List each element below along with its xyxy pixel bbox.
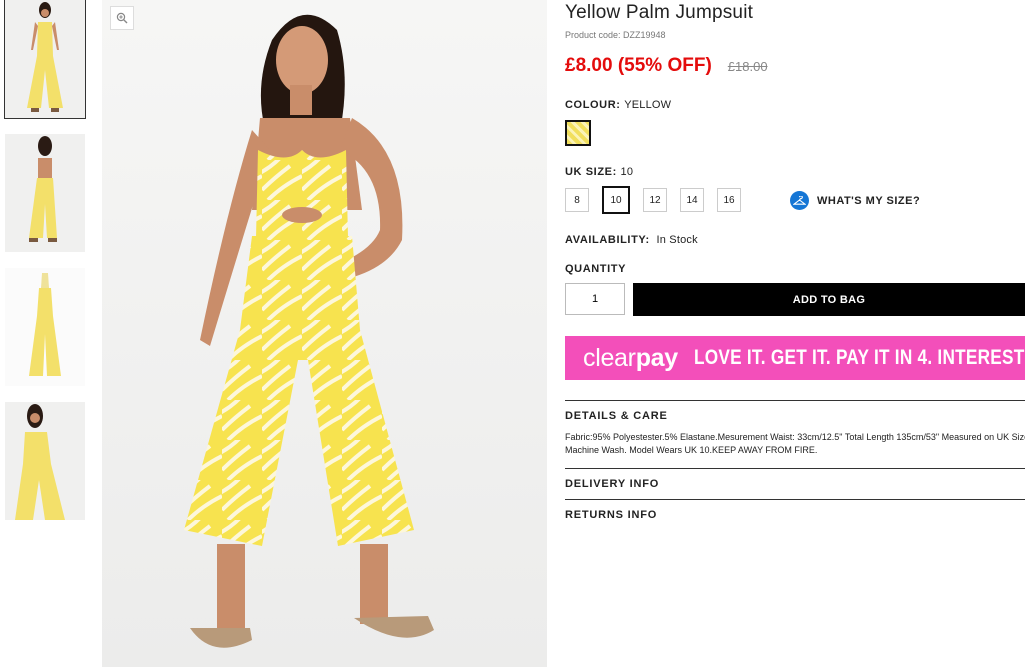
zoom-button[interactable]: [110, 6, 134, 30]
colour-label: COLOUR: YELLOW: [565, 99, 671, 111]
details-line-2: Machine Wash. Model Wears UK 10.KEEP AWA…: [565, 445, 818, 455]
thumbnail-side[interactable]: [5, 402, 85, 520]
product-title: Yellow Palm Jumpsuit: [565, 2, 754, 23]
hanger-icon: [790, 191, 809, 210]
size-option-8[interactable]: 8: [565, 188, 589, 212]
whats-my-size-link[interactable]: WHAT'S MY SIZE?: [790, 191, 920, 210]
whats-my-size-label: WHAT'S MY SIZE?: [817, 194, 921, 207]
clearpay-tagline: LOVE IT. GET IT. PAY IT IN 4. INTEREST F…: [693, 346, 1025, 369]
details-care-section: DETAILS & CARE Fabric:95% Polyestester.5…: [565, 400, 1025, 467]
thumbnail-list: [4, 0, 86, 536]
size-option-14[interactable]: 14: [680, 188, 704, 212]
add-to-bag-button[interactable]: ADD TO BAG: [633, 283, 1025, 316]
zoom-icon: [116, 12, 128, 24]
product-main-image[interactable]: [102, 0, 547, 667]
returns-info-section: RETURNS INFO: [565, 499, 1025, 530]
clearpay-logo-light: clear: [583, 343, 636, 372]
thumbnail-back[interactable]: [5, 134, 85, 252]
colour-value: YELLOW: [624, 99, 672, 111]
colour-swatch-yellow[interactable]: [565, 120, 591, 146]
size-option-10[interactable]: 10: [602, 186, 630, 214]
delivery-info-section: DELIVERY INFO: [565, 468, 1025, 499]
size-options: 8 10 12 14 16: [565, 186, 754, 214]
size-option-16[interactable]: 16: [717, 188, 741, 212]
sale-price: £8.00 (55% OFF): [565, 55, 712, 76]
price-row: £8.00 (55% OFF) £18.00: [565, 55, 1025, 77]
quantity-input[interactable]: [565, 283, 625, 315]
thumbnail-front[interactable]: [4, 0, 86, 119]
product-code: Product code: DZZ19948: [565, 30, 666, 40]
thumbnail-flat[interactable]: [5, 268, 85, 386]
availability-label: AVAILABILITY:: [565, 234, 650, 246]
colour-label-text: COLOUR:: [565, 99, 621, 111]
model-illustration: [184, 14, 434, 648]
availability-value: In Stock: [656, 234, 698, 246]
clearpay-banner[interactable]: clearpay LOVE IT. GET IT. PAY IT IN 4. I…: [565, 336, 1025, 380]
size-label-text: UK SIZE:: [565, 166, 617, 178]
size-option-12[interactable]: 12: [643, 188, 667, 212]
details-line-1: Fabric:95% Polyestester.5% Elastane.Mesu…: [565, 432, 1025, 442]
details-text: Fabric:95% Polyestester.5% Elastane.Mesu…: [565, 431, 1025, 457]
availability-row: AVAILABILITY: In Stock: [565, 234, 698, 246]
size-value: 10: [620, 166, 634, 178]
clearpay-logo-bold: pay: [635, 343, 678, 372]
was-price: £18.00: [727, 59, 768, 74]
clearpay-logo: clearpay: [583, 344, 678, 373]
quantity-label: QUANTITY: [565, 263, 627, 275]
details-care-heading[interactable]: DETAILS & CARE: [565, 410, 1025, 422]
returns-info-heading[interactable]: RETURNS INFO: [565, 509, 1025, 521]
product-details-panel: Yellow Palm Jumpsuit Product code: DZZ19…: [565, 0, 1025, 521]
delivery-info-heading[interactable]: DELIVERY INFO: [565, 478, 1025, 490]
size-label: UK SIZE: 10: [565, 166, 633, 178]
